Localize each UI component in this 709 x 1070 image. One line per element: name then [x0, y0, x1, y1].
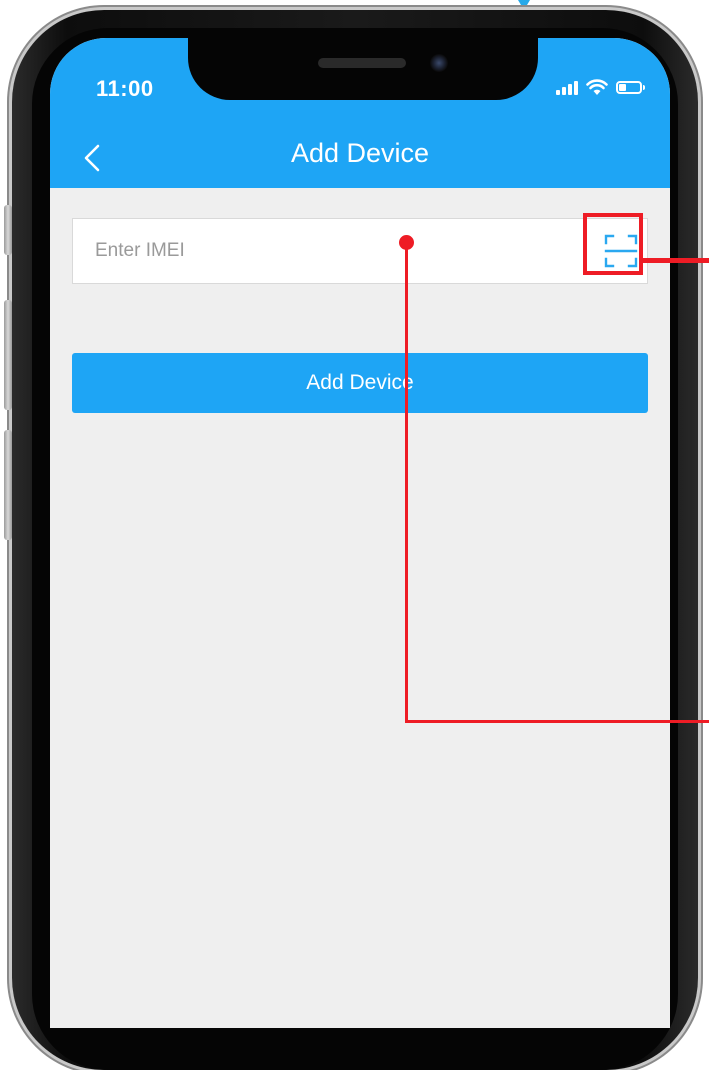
battery-icon — [616, 80, 645, 94]
input-callout-line-vertical — [405, 243, 408, 723]
speaker-grille — [318, 58, 406, 68]
side-button-volume-down — [4, 430, 12, 540]
scan-callout-line — [643, 258, 709, 263]
imei-field — [72, 218, 648, 284]
nav-bar: Add Device — [50, 136, 670, 188]
add-device-button[interactable]: Add Device — [72, 353, 648, 413]
imei-input[interactable] — [73, 219, 573, 283]
status-time: 11:00 — [96, 76, 154, 101]
wifi-icon — [586, 79, 608, 95]
signal-icon — [556, 79, 578, 95]
status-icons — [556, 78, 645, 96]
side-button-volume-up — [4, 300, 12, 410]
scan-highlight-box — [583, 213, 643, 275]
phone-screen: 11:00 Add Device Enter IMEI Add Device — [50, 38, 670, 1028]
input-callout-line-horizontal — [405, 720, 709, 723]
front-camera — [430, 54, 448, 72]
side-button-silent — [4, 205, 12, 255]
page-title: Add Device — [290, 138, 430, 168]
notch — [188, 38, 538, 100]
